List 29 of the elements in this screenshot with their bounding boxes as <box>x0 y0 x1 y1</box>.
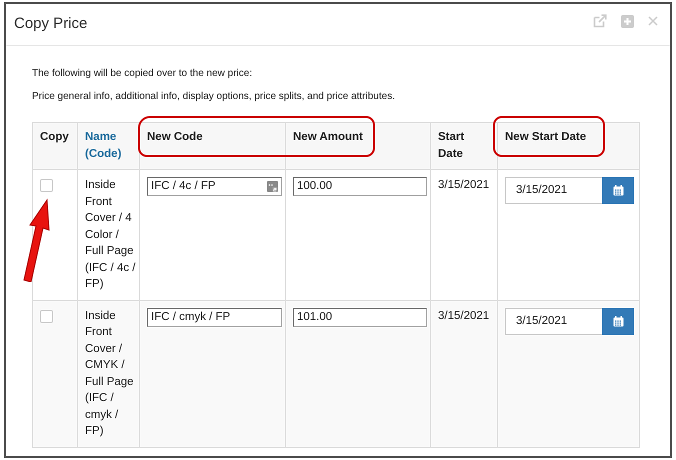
intro-text: The following will be copied over to the new price: <box>32 68 254 79</box>
copy-checkbox[interactable] <box>40 179 53 192</box>
column-header: New Start Date <box>498 122 640 170</box>
calendar-icon <box>612 316 624 326</box>
calendar-button[interactable] <box>602 308 634 334</box>
column-header: New Code <box>140 122 286 170</box>
calendar-icon <box>612 185 624 196</box>
start-date-text: 3/15/2021 <box>438 310 490 322</box>
date-input[interactable]: 3/15/2021 <box>505 308 602 334</box>
window-title: Copy Price <box>14 15 88 32</box>
code-input[interactable]: IFC / cmyk / FP <box>147 308 282 326</box>
amount-input[interactable]: 101.00 <box>293 308 427 326</box>
external-link-icon[interactable] <box>593 14 607 28</box>
intro-text: Price general info, additional info, display options, price splits, and price attributes. <box>32 91 396 102</box>
date-input[interactable]: 3/15/2021 <box>505 177 602 204</box>
code-input[interactable]: IFC / 4c / FP <box>147 177 282 196</box>
close-icon[interactable] <box>648 16 658 26</box>
name-text: Inside Front Cover / 4 Color / Full Page (IFC / 4c / FP) <box>85 179 136 290</box>
copy-checkbox[interactable] <box>40 310 53 322</box>
column-header: Start Date <box>430 122 498 170</box>
start-date-text: 3/15/2021 <box>438 179 490 191</box>
name-text: Inside Front Cover / CMYK / Full Page (IFC / cmyk / FP) <box>85 310 134 437</box>
calendar-button[interactable] <box>602 177 634 204</box>
amount-input[interactable]: 100.00 <box>293 177 427 196</box>
column-header: New Amount <box>286 122 430 170</box>
sort-link[interactable]: Name (Code) <box>78 122 140 170</box>
counter-icon[interactable] <box>267 181 278 192</box>
column-header: Copy <box>32 122 78 170</box>
plus-square-icon[interactable] <box>621 14 634 28</box>
